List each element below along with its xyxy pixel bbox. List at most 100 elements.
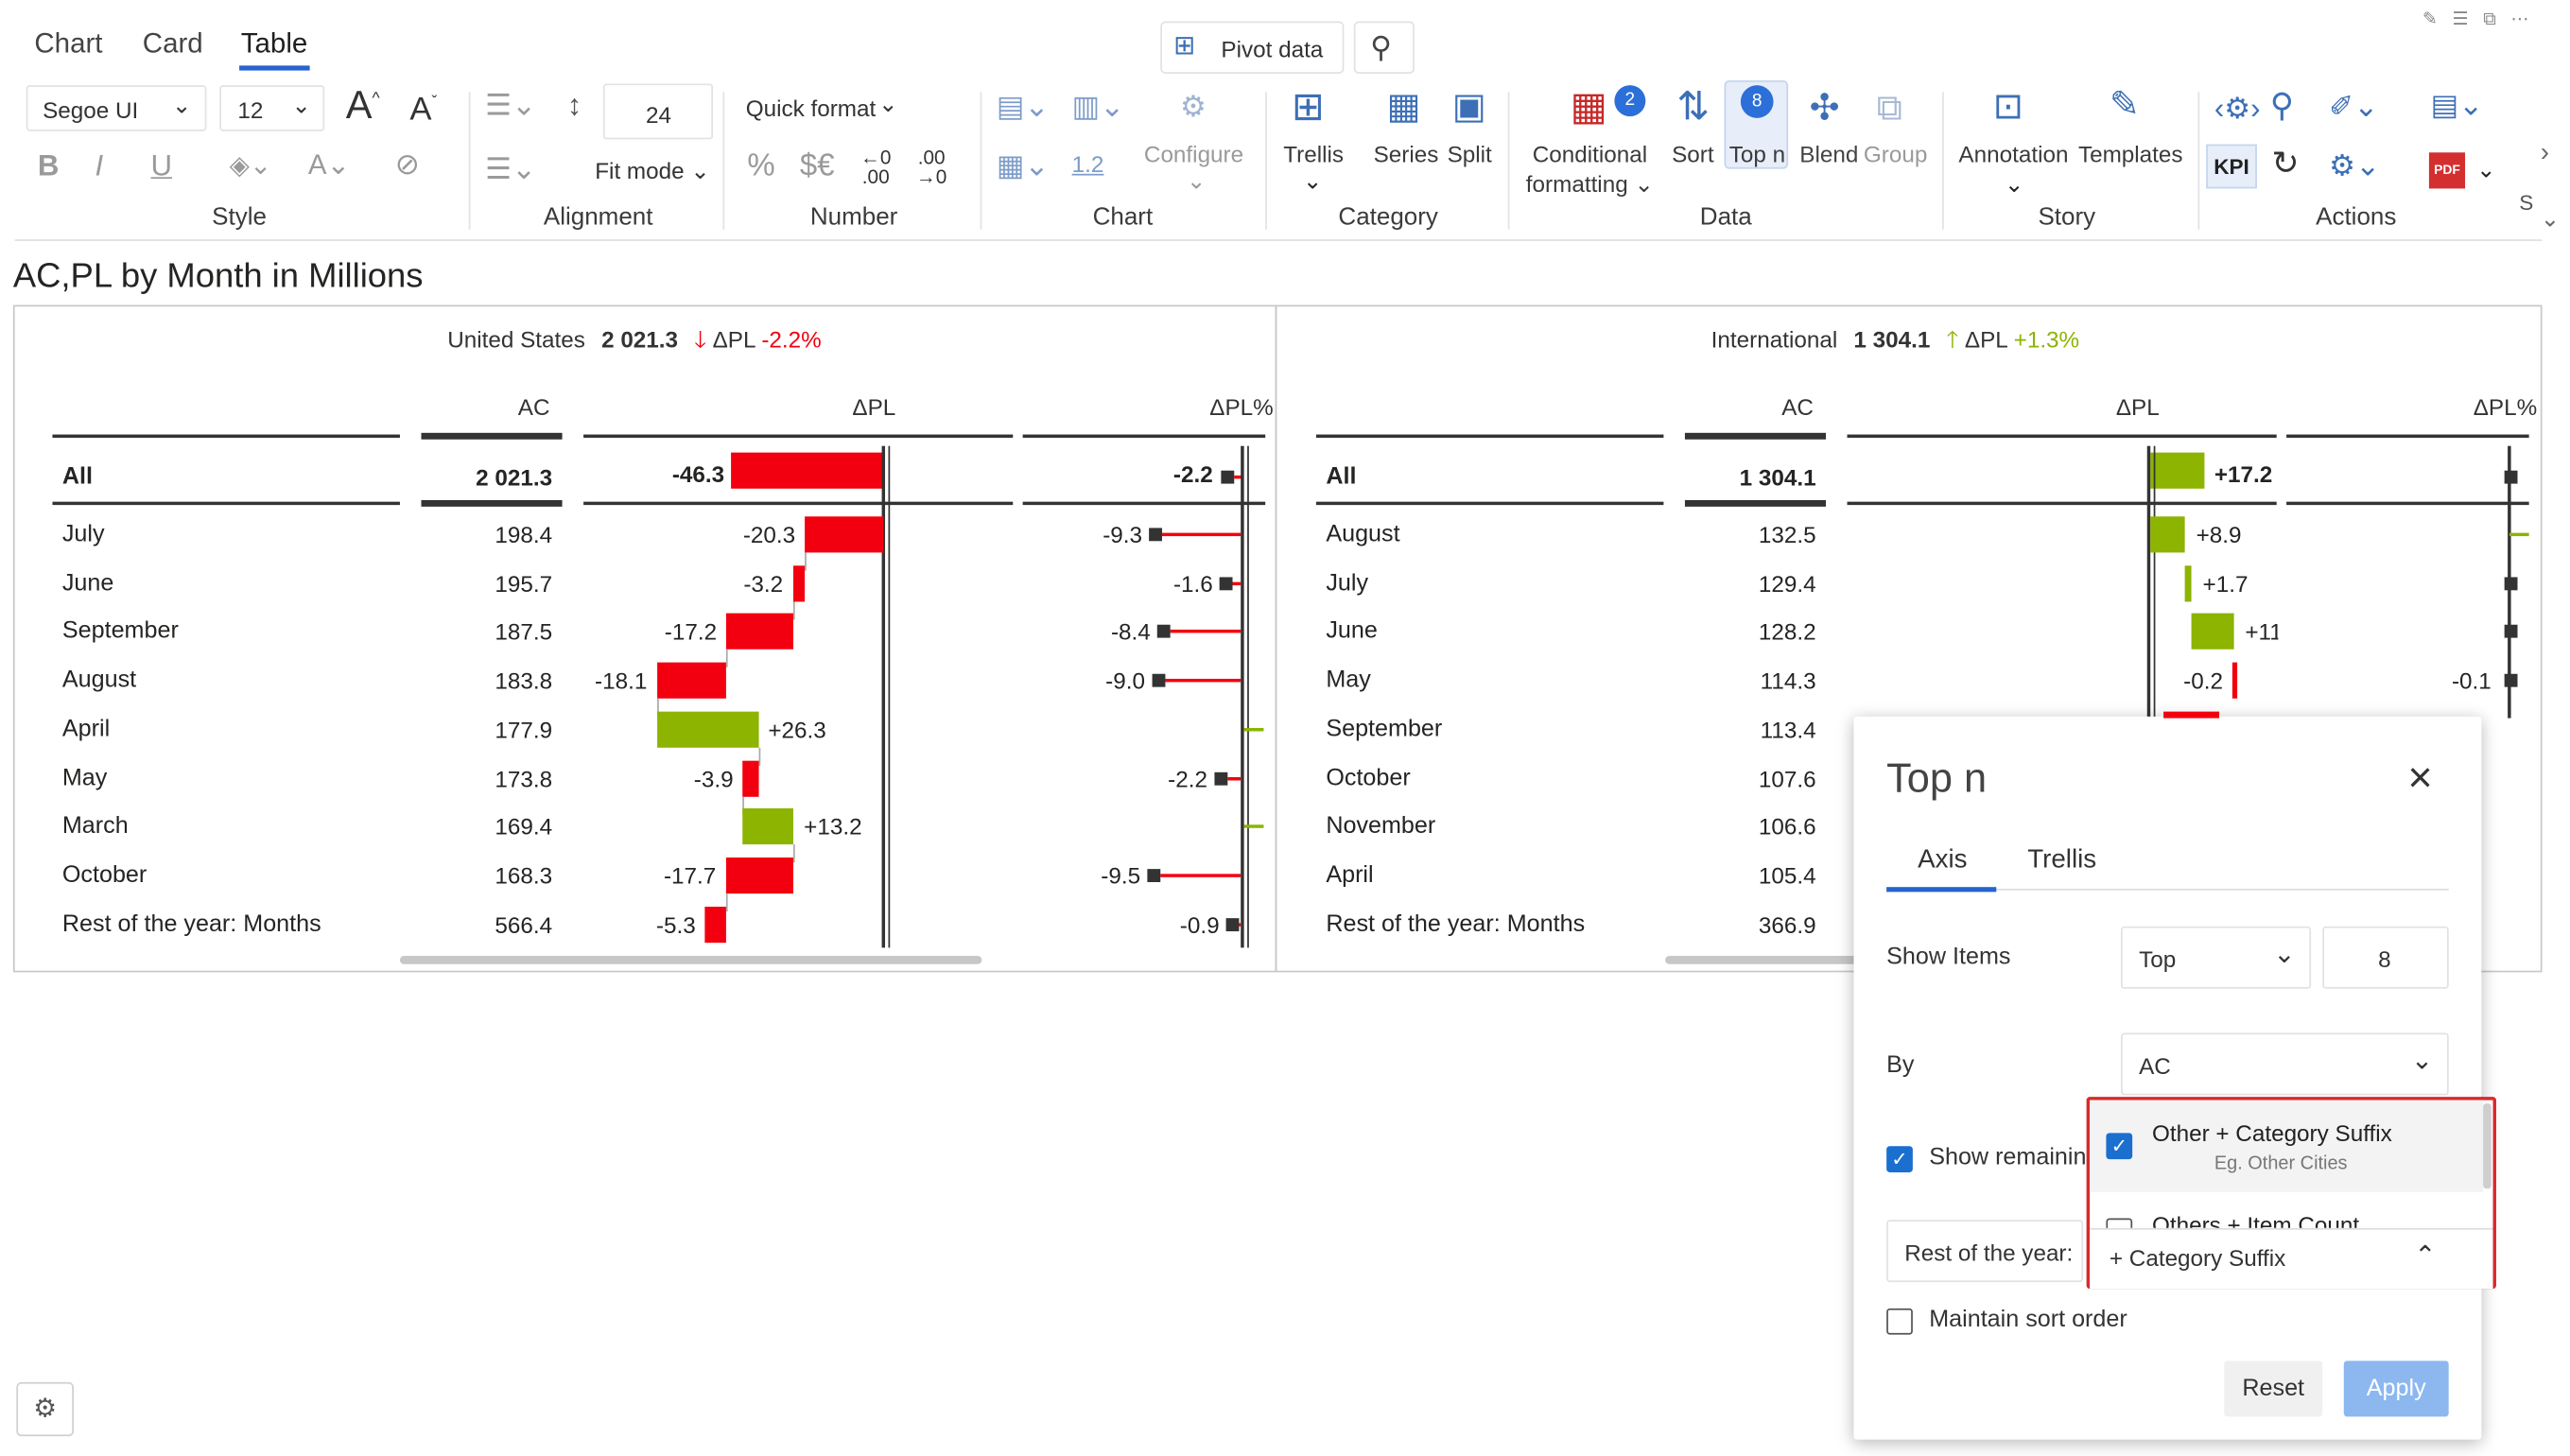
table-row-label[interactable]: March xyxy=(62,813,129,840)
code-icon[interactable]: ‹⚙› xyxy=(2214,94,2261,123)
export-settings-icon[interactable]: ▤⌄ xyxy=(2431,90,2484,119)
sort-label[interactable]: Sort xyxy=(1672,141,1714,167)
configure-label[interactable]: Configure xyxy=(1144,141,1243,167)
templates-icon[interactable]: ✎ xyxy=(2110,86,2140,123)
series-label[interactable]: Series xyxy=(1374,141,1439,167)
settings-gear-icon[interactable]: ⚙⌄ xyxy=(2329,151,2380,181)
intl-col-ac[interactable]: AC xyxy=(1781,393,1814,420)
reset-button[interactable]: Reset xyxy=(2224,1361,2323,1417)
font-color-icon[interactable]: A⌄ xyxy=(308,151,350,179)
annotation-label[interactable]: Annotation xyxy=(1958,141,2068,167)
quick-format-dropdown[interactable]: Quick format ⌄ xyxy=(736,83,951,130)
maintain-sort-checkbox[interactable] xyxy=(1886,1308,1913,1335)
table-row-label[interactable]: September xyxy=(62,618,179,645)
us-all-label[interactable]: All xyxy=(62,464,93,491)
suffix-select[interactable]: + Category Suffix ⌃ xyxy=(2090,1227,2493,1290)
kpi-button[interactable]: KPI xyxy=(2206,144,2257,189)
sort-icon[interactable]: ⇅ xyxy=(1676,88,1710,129)
group-icon[interactable]: ⧉ xyxy=(1877,90,1902,126)
font-family-select[interactable]: Segoe UI ⌄ xyxy=(26,85,207,131)
conditional-formatting-label-2[interactable]: formatting ⌄ xyxy=(1526,170,1654,198)
show-items-count-input[interactable]: 8 xyxy=(2322,926,2449,989)
us-col-dplp[interactable]: ΔPL% xyxy=(1209,393,1273,420)
group-label[interactable]: Group xyxy=(1864,141,1927,167)
series-icon[interactable]: ▦ xyxy=(1386,88,1420,125)
split-icon[interactable]: ▣ xyxy=(1452,88,1486,125)
horizontal-scrollbar[interactable] xyxy=(1665,956,1863,964)
increase-decimal-icon[interactable]: .00 →0 xyxy=(916,147,946,187)
blend-icon[interactable]: ✣ xyxy=(1810,90,1840,126)
option-checkbox[interactable] xyxy=(2106,1218,2133,1228)
table-row-label[interactable]: July xyxy=(62,521,105,547)
settings-toggle-icon[interactable]: ⚙ xyxy=(16,1381,75,1437)
dropdown-option-selected[interactable]: ✓ Other + Category Suffix Eg. Other Citi… xyxy=(2090,1100,2484,1192)
table-row-label[interactable]: May xyxy=(1326,667,1371,694)
dropdown-scrollbar[interactable] xyxy=(2483,1103,2492,1189)
italic-icon[interactable]: I xyxy=(96,151,104,181)
intl-all-label[interactable]: All xyxy=(1326,464,1356,491)
fit-mode-dropdown[interactable]: Fit mode ⌄ xyxy=(595,157,710,184)
tab-axis[interactable]: Axis xyxy=(1918,846,1967,875)
trellis-icon[interactable]: ⊞ xyxy=(1292,88,1325,129)
apply-button[interactable]: Apply xyxy=(2343,1361,2449,1417)
trellis-label[interactable]: Trellis xyxy=(1283,141,1344,167)
table-row-label[interactable]: November xyxy=(1326,813,1435,840)
show-items-mode-select[interactable]: Top ⌄ xyxy=(2121,926,2312,989)
show-remaining-checkbox[interactable]: ✓ xyxy=(1886,1146,1913,1172)
scale-button[interactable]: 1.2 xyxy=(1072,151,1104,178)
configure-icon[interactable]: ⚙ xyxy=(1180,92,1207,121)
bar-layout-icon[interactable]: ▤⌄ xyxy=(997,92,1050,121)
dropdown-option[interactable]: Others + Item Count xyxy=(2090,1195,2483,1228)
table-row-label[interactable]: Rest of the year: Months xyxy=(1326,911,1585,938)
by-measure-select[interactable]: AC ⌄ xyxy=(2121,1032,2449,1096)
split-label[interactable]: Split xyxy=(1448,141,1492,167)
horizontal-scrollbar[interactable] xyxy=(399,956,982,964)
tab-trellis[interactable]: Trellis xyxy=(2027,846,2096,875)
percent-icon[interactable]: % xyxy=(747,151,774,182)
table-row-label[interactable]: Rest of the year: Months xyxy=(62,911,321,938)
table-row-label[interactable]: April xyxy=(62,716,110,742)
font-size-select[interactable]: 12 ⌄ xyxy=(219,85,325,131)
underline-icon[interactable]: U xyxy=(150,151,172,181)
bold-icon[interactable]: B xyxy=(38,151,60,181)
blend-label[interactable]: Blend xyxy=(1799,141,1858,167)
refresh-icon[interactable]: ↻ xyxy=(2271,147,2299,181)
us-col-dpl[interactable]: ΔPL xyxy=(852,393,895,420)
table-row-label[interactable]: April xyxy=(1326,862,1373,889)
fill-color-icon[interactable]: ◈⌄ xyxy=(230,153,272,181)
hide-icon[interactable]: ⊘ xyxy=(395,149,420,179)
intl-col-dpl[interactable]: ΔPL xyxy=(2116,393,2160,420)
us-col-ac[interactable]: AC xyxy=(518,393,550,420)
close-icon[interactable]: × xyxy=(2407,753,2432,804)
table-row-label[interactable]: May xyxy=(62,765,108,791)
templates-label[interactable]: Templates xyxy=(2078,141,2183,167)
table-row-label[interactable]: October xyxy=(62,862,147,889)
chevron-down-icon[interactable]: ⌄ xyxy=(2541,205,2560,233)
font-shrink-icon[interactable]: Aˇ xyxy=(409,94,437,127)
font-grow-icon[interactable]: A^ xyxy=(346,86,380,127)
table-row-label[interactable]: June xyxy=(1326,618,1378,645)
waterfall-layout-icon[interactable]: ▥⌄ xyxy=(1072,92,1125,121)
table-row-label[interactable]: October xyxy=(1326,765,1410,791)
search-icon[interactable]: ⚲ xyxy=(2270,90,2294,123)
option-checkbox[interactable]: ✓ xyxy=(2106,1133,2133,1160)
conditional-formatting-icon[interactable]: ▦ xyxy=(1571,88,1607,129)
intl-col-dplp[interactable]: ΔPL% xyxy=(2474,393,2537,420)
rest-prefix-input[interactable]: Rest of the year: xyxy=(1886,1220,2084,1283)
align-vertical-icon[interactable]: ☰⌄ xyxy=(485,154,536,183)
table-row-label[interactable]: September xyxy=(1326,716,1442,742)
annotation-icon[interactable]: ⊡ xyxy=(1993,88,2023,125)
table-row-label[interactable]: August xyxy=(62,667,136,694)
format-painter-icon[interactable]: ✐⌄ xyxy=(2329,92,2378,121)
decrease-decimal-icon[interactable]: ←0.00 xyxy=(860,147,891,187)
pdf-icon[interactable]: PDF xyxy=(2428,152,2466,189)
table-row-label[interactable]: July xyxy=(1326,570,1368,597)
align-horizontal-icon[interactable]: ☰⌄ xyxy=(485,90,536,119)
chevron-right-icon[interactable]: › xyxy=(2541,139,2549,168)
table-row-label[interactable]: August xyxy=(1326,521,1399,547)
row-height-input[interactable]: 24 xyxy=(602,83,714,140)
conditional-formatting-label[interactable]: Conditional xyxy=(1533,141,1647,167)
column-layout-icon[interactable]: ▦⌄ xyxy=(997,151,1050,181)
table-row-label[interactable]: June xyxy=(62,570,114,597)
currency-icon[interactable]: $€ xyxy=(800,151,835,182)
